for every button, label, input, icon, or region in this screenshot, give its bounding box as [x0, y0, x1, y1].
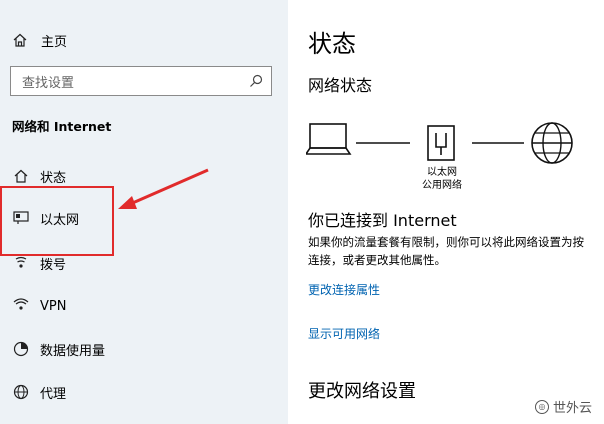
- sidebar-item-data-usage[interactable]: 数据使用量: [12, 338, 105, 360]
- network-status-heading: 网络状态: [308, 76, 373, 95]
- adapter-name: 以太网: [427, 167, 457, 178]
- home-nav-item[interactable]: 主页: [12, 30, 67, 50]
- globe-icon: [12, 383, 30, 401]
- adapter-network-type: 公用网络: [422, 180, 462, 191]
- vpn-icon: [12, 297, 30, 315]
- ethernet-adapter-icon: [427, 125, 455, 161]
- data-usage-icon: [12, 340, 30, 358]
- sidebar-item-label: 代理: [40, 386, 67, 402]
- sidebar-item-status[interactable]: 状态: [12, 165, 66, 187]
- search-input[interactable]: 查找设置: [10, 66, 272, 96]
- sidebar-item-label: 拨号: [40, 257, 67, 273]
- dialup-icon: [12, 254, 30, 272]
- description-line: 连接，或者更改其他属性。: [308, 253, 446, 267]
- annotation-arrow-icon: [118, 168, 209, 209]
- connection-status-text: 你已连接到 Internet: [308, 211, 457, 230]
- watermark-logo-icon: ◎: [534, 399, 549, 414]
- change-connection-properties-link[interactable]: 更改连接属性: [308, 281, 380, 298]
- sidebar-item-label: 状态: [40, 170, 67, 186]
- description-line: 如果你的流量套餐有限制，则你可以将此网络设置为按: [308, 235, 584, 249]
- search-placeholder: 查找设置: [22, 75, 75, 91]
- sidebar-item-label: VPN: [40, 298, 67, 314]
- sidebar-item-label: 数据使用量: [40, 343, 106, 359]
- computer-icon: [306, 123, 352, 155]
- home-icon: [13, 33, 27, 47]
- settings-sidebar: 主页 查找设置 网络和 Internet 状态 以太网 拨号 VPN 数据使用量…: [0, 0, 288, 424]
- search-icon[interactable]: [249, 74, 263, 88]
- annotation-highlight-box: [0, 186, 114, 256]
- show-available-networks-link[interactable]: 显示可用网络: [308, 325, 380, 342]
- home-label: 主页: [41, 34, 68, 50]
- main-content: 状态 网络状态 以太网 公用网络 你已连接到 Internet 如果你的流量套餐…: [288, 0, 604, 424]
- watermark: ◎ 世外云: [534, 397, 592, 416]
- change-network-settings-heading: 更改网络设置: [308, 381, 416, 402]
- connection-description: 如果你的流量套餐有限制，则你可以将此网络设置为按 连接，或者更改其他属性。: [308, 233, 584, 269]
- page-title: 状态: [308, 30, 356, 58]
- sidebar-item-vpn[interactable]: VPN: [12, 295, 66, 317]
- home-status-icon: [12, 167, 30, 185]
- internet-globe-icon: [531, 122, 573, 164]
- section-title: 网络和 Internet: [12, 119, 112, 134]
- sidebar-item-proxy[interactable]: 代理: [12, 381, 66, 403]
- watermark-text: 世外云: [552, 401, 592, 416]
